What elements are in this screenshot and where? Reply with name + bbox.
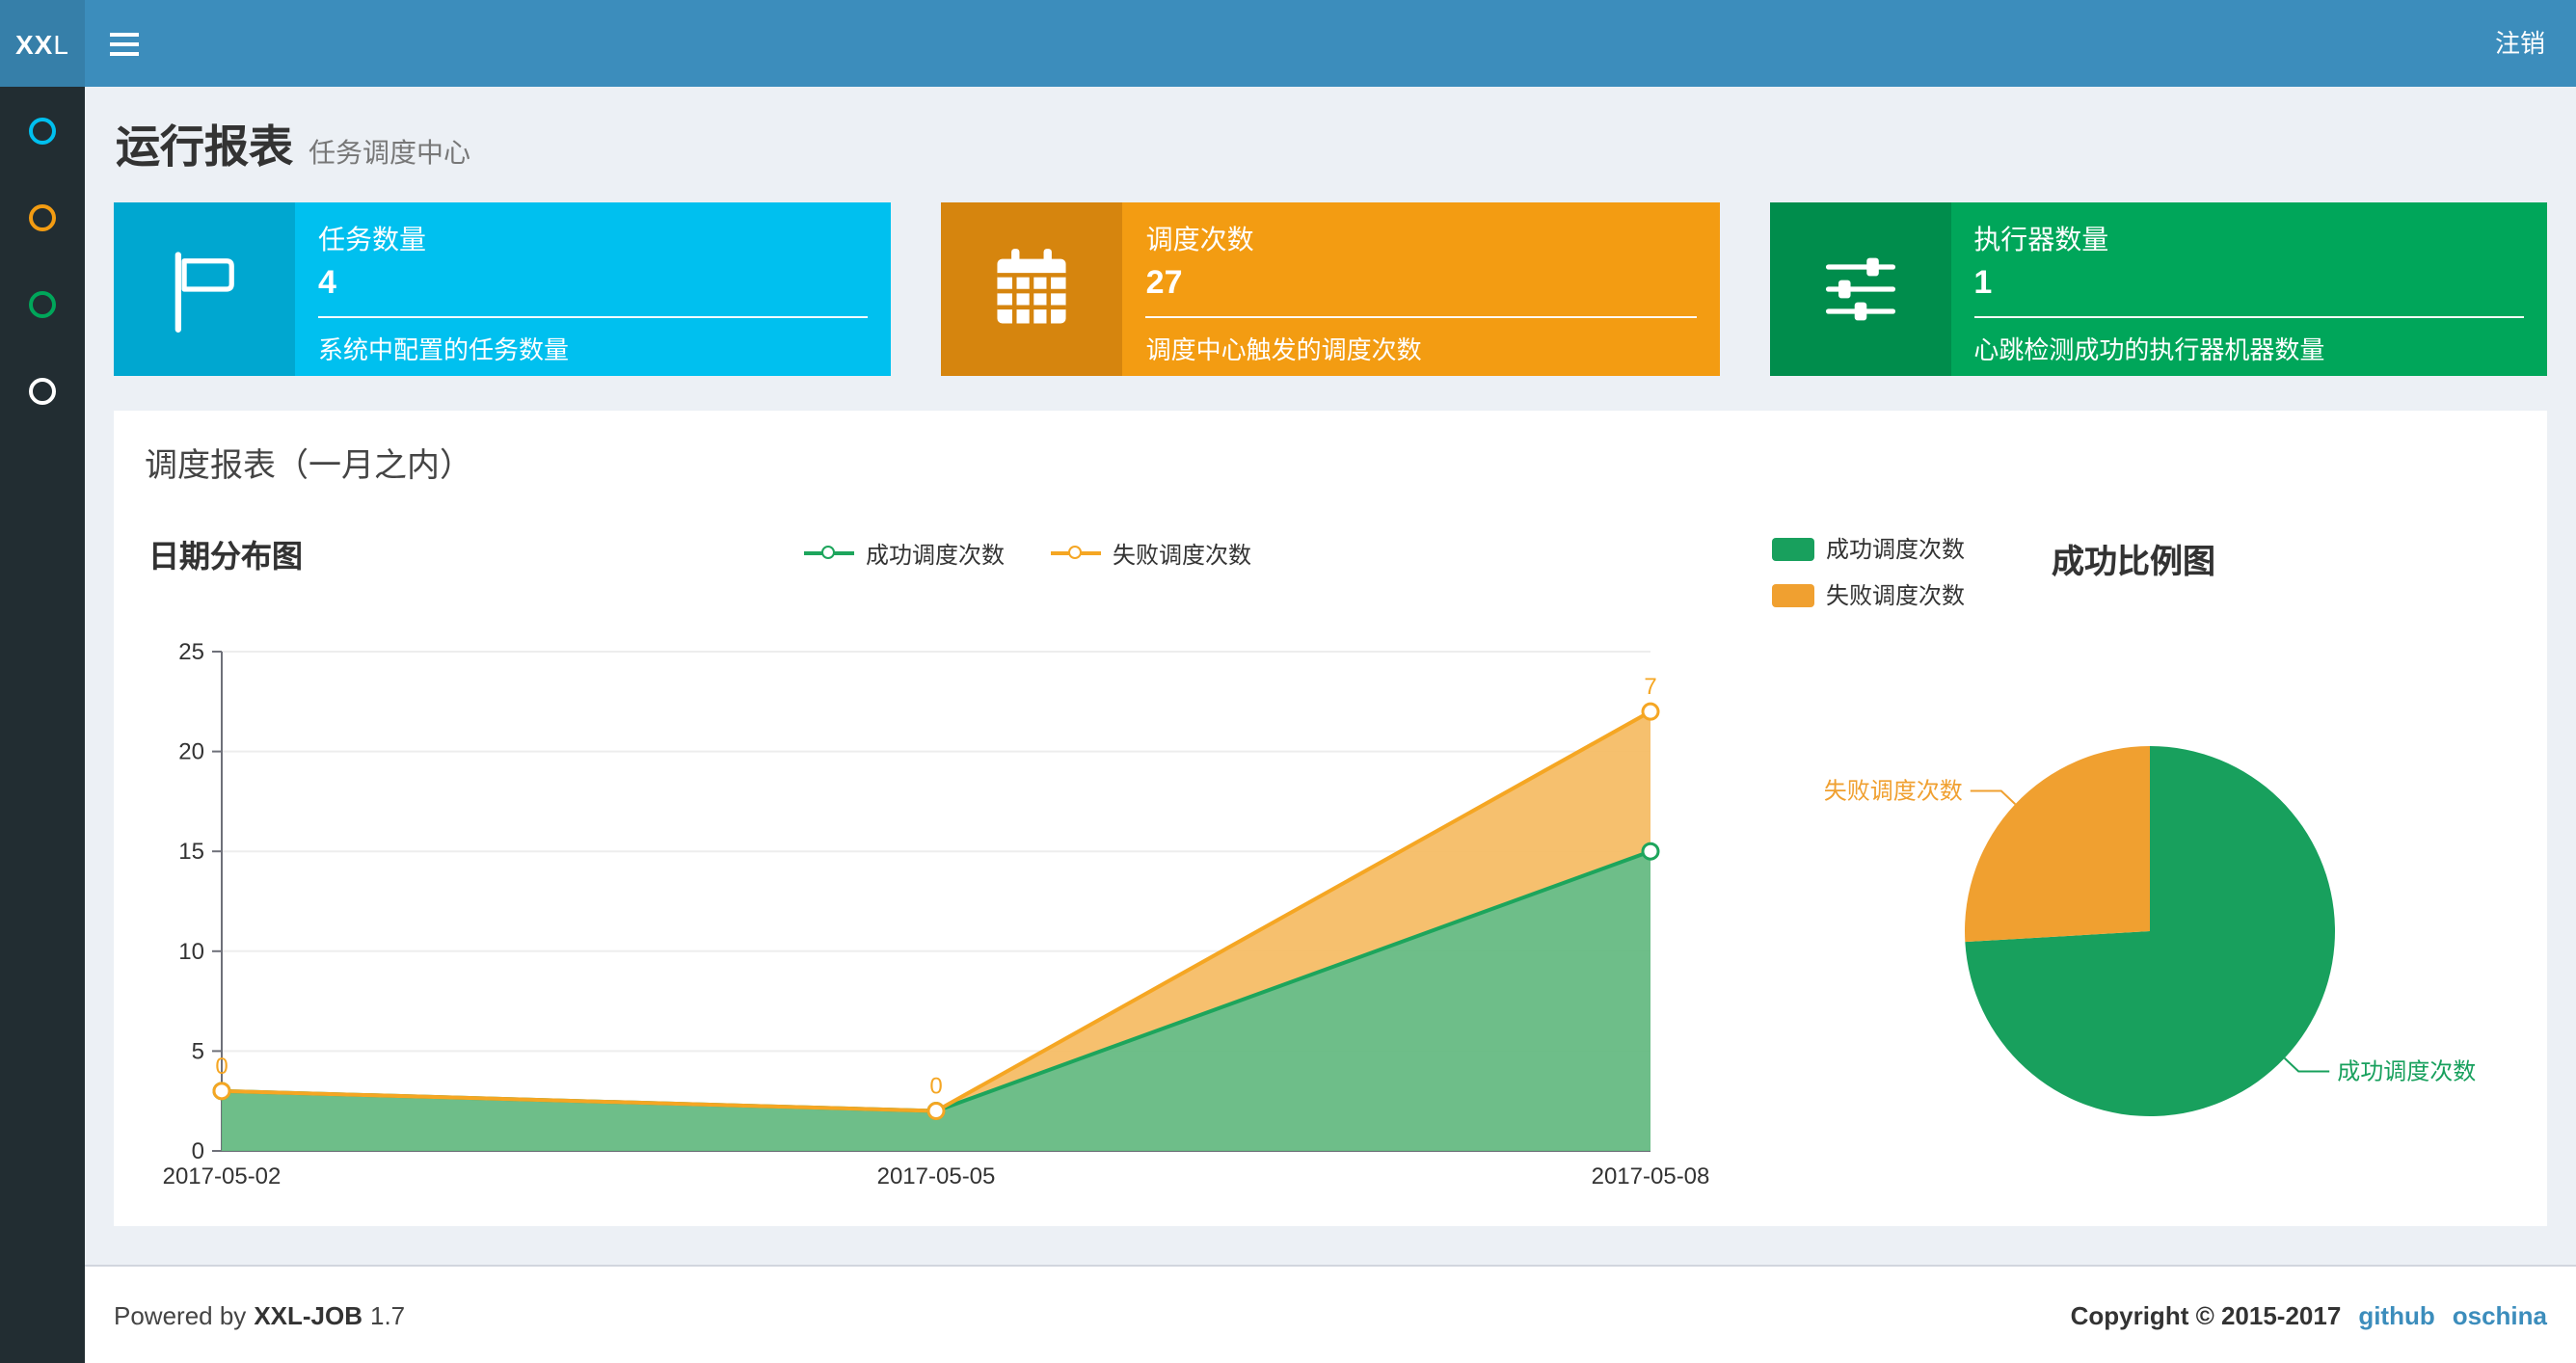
info-box-value: 27: [1145, 264, 1183, 301]
app-logo-bold: XX: [15, 28, 54, 59]
page-title: 运行报表: [116, 121, 293, 172]
svg-text:20: 20: [178, 739, 204, 765]
pie-chart-legend: 成功调度次数 失败调度次数: [1772, 532, 1965, 611]
info-box-label: 调度次数: [1145, 224, 1254, 254]
line-chart-title: 日期分布图: [148, 542, 304, 575]
sidebar: [0, 87, 85, 1363]
svg-text:10: 10: [178, 939, 204, 965]
info-box-jobs: 任务数量 4 系统中配置的任务数量: [114, 202, 892, 376]
product-name: XXL-JOB: [254, 1300, 362, 1329]
info-box-label: 执行器数量: [1973, 224, 2109, 254]
svg-text:0: 0: [215, 1054, 228, 1080]
legend-swatch-icon: [1772, 537, 1814, 560]
svg-text:15: 15: [178, 839, 204, 865]
line-legend-item[interactable]: 成功调度次数: [803, 537, 1005, 570]
info-box-desc: 调度中心触发的调度次数: [1145, 335, 1422, 364]
report-panel: 调度报表（一月之内） 日期分布图 成功调度次数 失败调度次数 0 5 10 15 20 25…: [114, 411, 2547, 1226]
pie-chart: 成功调度次数 失败调度次数: [1824, 746, 2476, 1116]
sidebar-item-2-circle-icon[interactable]: [29, 204, 56, 231]
svg-text:25: 25: [178, 639, 204, 665]
svg-text:2017-05-08: 2017-05-08: [1592, 1163, 1710, 1189]
info-box-value: 4: [318, 264, 336, 301]
date-distribution-chart-block: 日期分布图 成功调度次数 失败调度次数 0 5 10 15 20 25 2017-05-02 2…: [133, 509, 1753, 1199]
info-box-row: 任务数量 4 系统中配置的任务数量 调度次数 27 调度中心触发的调度次数 执行…: [85, 175, 2576, 376]
page-header: 运行报表 任务调度中心: [85, 87, 2576, 175]
page-subtitle: 任务调度中心: [309, 137, 470, 168]
sliders-icon: [1769, 202, 1951, 376]
copyright-text: Copyright © 2015-2017: [2070, 1300, 2342, 1329]
logout-link[interactable]: 注销: [2464, 0, 2576, 87]
success-ratio-chart-block: 成功调度次数 失败调度次数 成功比例图 成功调度次数 失败调度次数: [1753, 509, 2528, 1199]
svg-text:2017-05-05: 2017-05-05: [877, 1163, 996, 1189]
svg-text:0: 0: [929, 1074, 942, 1100]
page-footer: Powered by XXL-JOB 1.7 Copyright © 2015-…: [85, 1265, 2576, 1363]
top-navbar: XX L 注销: [0, 0, 2576, 87]
svg-text:成功调度次数: 成功调度次数: [2337, 1058, 2476, 1084]
hamburger-icon: [109, 32, 138, 36]
pie-legend-item[interactable]: 成功调度次数: [1772, 532, 1965, 565]
sidebar-item-3-circle-icon[interactable]: [29, 291, 56, 318]
info-box-desc: 心跳检测成功的执行器机器数量: [1973, 335, 2325, 364]
navbar-right: 注销: [2464, 0, 2576, 87]
legend-line-marker-icon: [1051, 545, 1101, 562]
calendar-icon: [941, 202, 1123, 376]
app-logo[interactable]: XX L: [0, 0, 85, 87]
oschina-link[interactable]: oschina: [2453, 1300, 2547, 1329]
flag-icon: [114, 202, 295, 376]
info-box-label: 任务数量: [318, 224, 426, 254]
legend-line-marker-icon: [803, 545, 854, 562]
legend-swatch-icon: [1772, 583, 1814, 606]
pie-legend-item[interactable]: 失败调度次数: [1772, 578, 1965, 611]
app-root: XX L 注销 运行报表 任务调度中心 任务数量 4 系统中配置的任务数量 调度…: [0, 0, 2576, 1363]
svg-text:失败调度次数: 失败调度次数: [1824, 779, 1963, 805]
line-chart-legend: 成功调度次数 失败调度次数: [803, 537, 1251, 570]
svg-text:5: 5: [192, 1038, 204, 1064]
report-panel-title: 调度报表（一月之内）: [145, 447, 472, 484]
sidebar-item-1-circle-icon[interactable]: [29, 118, 56, 145]
pie-chart-title: 成功比例图: [2052, 544, 2216, 580]
svg-text:2017-05-02: 2017-05-02: [163, 1163, 282, 1189]
svg-text:0: 0: [192, 1138, 204, 1164]
stacked-area-chart: 05101520252017-05-02 2017-05-05 2017-05-08…: [163, 639, 1710, 1189]
svg-text:7: 7: [1644, 674, 1656, 700]
line-legend-item[interactable]: 失败调度次数: [1051, 537, 1251, 570]
info-box-triggers: 调度次数 27 调度中心触发的调度次数: [941, 202, 1720, 376]
content-area: 运行报表 任务调度中心 任务数量 4 系统中配置的任务数量 调度次数 27 调度…: [85, 0, 2576, 1226]
info-box-value: 1: [1973, 264, 1993, 301]
info-box-desc: 系统中配置的任务数量: [318, 335, 570, 364]
app-logo-light: L: [53, 28, 69, 59]
product-version: 1.7: [370, 1300, 406, 1329]
github-link[interactable]: github: [2358, 1300, 2434, 1329]
powered-by-text: Powered by: [114, 1300, 247, 1329]
sidebar-item-4-circle-icon[interactable]: [29, 378, 56, 405]
info-box-executors: 执行器数量 1 心跳检测成功的执行器机器数量: [1769, 202, 2547, 376]
sidebar-toggle-button[interactable]: [85, 0, 162, 87]
